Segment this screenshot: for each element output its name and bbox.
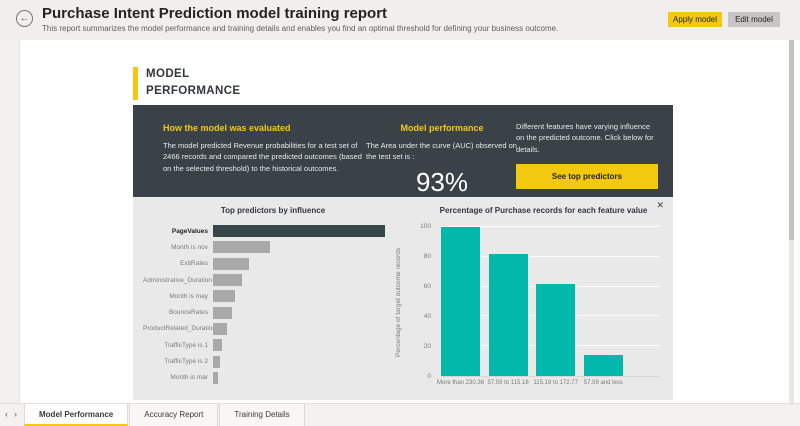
feature-chart-title: Percentage of Purchase records for each … <box>426 206 661 215</box>
y-tick-label: 20 <box>405 343 431 350</box>
y-tick-label: 80 <box>405 253 431 260</box>
predictor-row[interactable]: PageValues <box>143 223 408 239</box>
feature-chart-y-axis-label: Percentage of target outcome records <box>395 227 405 377</box>
predictor-bar[interactable] <box>213 290 235 302</box>
predictor-label: PageValues <box>143 228 213 235</box>
x-axis-label: 115.18 to 172.77 <box>532 380 579 386</box>
back-button[interactable]: ← <box>16 10 33 27</box>
model-summary-panel: How the model was evaluated The model pr… <box>133 105 673 197</box>
auc-value: 93% <box>366 167 518 198</box>
predictor-bar[interactable] <box>213 274 242 286</box>
x-axis-label: 57.59 to 115.18 <box>485 380 532 386</box>
page-title: Purchase Intent Prediction model trainin… <box>42 5 387 22</box>
tab-model-performance[interactable]: Model Performance <box>24 404 128 426</box>
evaluated-body: The model predicted Revenue probabilitie… <box>163 140 363 174</box>
predictor-row[interactable]: ProductRelated_Duration <box>143 321 408 337</box>
tab-training-details[interactable]: Training Details <box>219 404 304 426</box>
left-rail <box>0 40 20 403</box>
predictor-label: ProductRelated_Duration <box>143 325 213 332</box>
predictor-label: Month is nov <box>143 244 213 251</box>
predictor-row[interactable]: BounceRates <box>143 304 408 320</box>
predictor-bar[interactable] <box>213 372 218 384</box>
feature-bar[interactable] <box>441 227 480 376</box>
tab-accuracy-report[interactable]: Accuracy Report <box>129 404 218 426</box>
performance-title: Model performance <box>366 123 518 133</box>
predictor-label: Month is may <box>143 293 213 300</box>
x-axis-label: 57.59 and less <box>580 380 627 386</box>
predictors-detail-section: ✕ Top predictors by influence PageValues… <box>133 197 673 400</box>
predictor-row[interactable]: ExitRates <box>143 256 408 272</box>
y-tick-label: 40 <box>405 313 431 320</box>
predictor-bar[interactable] <box>213 356 220 368</box>
features-column: Different features have varying influenc… <box>516 121 658 189</box>
predictor-bar[interactable] <box>213 307 232 319</box>
section-heading-text: MODEL PERFORMANCE <box>146 66 241 100</box>
section-heading-line2: PERFORMANCE <box>146 83 241 100</box>
predictor-bar[interactable] <box>213 241 270 253</box>
y-tick-label: 60 <box>405 283 431 290</box>
report-header: ← Purchase Intent Prediction model train… <box>0 0 800 40</box>
predictor-row[interactable]: Administrative_Duration <box>143 272 408 288</box>
next-page-arrow-icon[interactable]: › <box>14 409 17 419</box>
predictor-label: Month is mar <box>143 374 213 381</box>
y-tick-label: 100 <box>405 223 431 230</box>
feature-plot: More than 230.3657.59 to 115.18115.18 to… <box>441 227 660 377</box>
predictor-row[interactable]: Month is may <box>143 288 408 304</box>
predictor-label: ExitRates <box>143 260 213 267</box>
y-tick-label: 0 <box>405 373 431 380</box>
predictor-row[interactable]: Month is nov <box>143 239 408 255</box>
page-subtitle: This report summarizes the model perform… <box>42 24 558 33</box>
predictor-row[interactable]: TrafficType is 2 <box>143 353 408 369</box>
back-arrow-icon: ← <box>20 13 30 24</box>
predictor-label: BounceRates <box>143 309 213 316</box>
edit-model-button[interactable]: Edit model <box>728 12 780 27</box>
tab-list: Model PerformanceAccuracy ReportTraining… <box>24 404 306 426</box>
apply-model-button[interactable]: Apply model <box>668 12 722 27</box>
see-top-predictors-button[interactable]: See top predictors <box>516 164 658 189</box>
predictor-bar[interactable] <box>213 225 385 237</box>
predictor-label: Administrative_Duration <box>143 277 213 284</box>
heading-accent-bar <box>133 67 138 100</box>
predictor-row[interactable]: Month is mar <box>143 370 408 386</box>
features-note: Different features have varying influenc… <box>516 121 658 155</box>
predictor-label: TrafficType is 1 <box>143 342 213 349</box>
page-tab-bar: ‹ › Model PerformanceAccuracy ReportTrai… <box>0 403 800 426</box>
vertical-scrollbar[interactable] <box>789 40 794 403</box>
predictor-bar[interactable] <box>213 323 227 335</box>
feature-bar[interactable] <box>489 254 528 376</box>
predictor-bar[interactable] <box>213 339 222 351</box>
predictors-rows: PageValues Month is nov ExitRates Administr… <box>143 223 408 386</box>
x-axis-label: More than 230.36 <box>437 380 484 386</box>
performance-body: The Area under the curve (AUC) observed … <box>366 140 518 163</box>
predictors-chart-title: Top predictors by influence <box>163 206 383 215</box>
feature-bar[interactable] <box>584 355 623 376</box>
predictor-bar[interactable] <box>213 258 249 270</box>
evaluated-column: How the model was evaluated The model pr… <box>163 123 363 174</box>
scrollbar-thumb[interactable] <box>789 40 794 240</box>
performance-column: Model performance The Area under the cur… <box>366 123 518 198</box>
predictor-label: TrafficType is 2 <box>143 358 213 365</box>
feature-bar[interactable] <box>536 284 575 376</box>
predictor-row[interactable]: TrafficType is 1 <box>143 337 408 353</box>
prev-page-arrow-icon[interactable]: ‹ <box>5 409 8 419</box>
section-heading-line1: MODEL <box>146 66 241 83</box>
app-window: ← Purchase Intent Prediction model train… <box>0 0 800 426</box>
evaluated-title: How the model was evaluated <box>163 123 363 133</box>
